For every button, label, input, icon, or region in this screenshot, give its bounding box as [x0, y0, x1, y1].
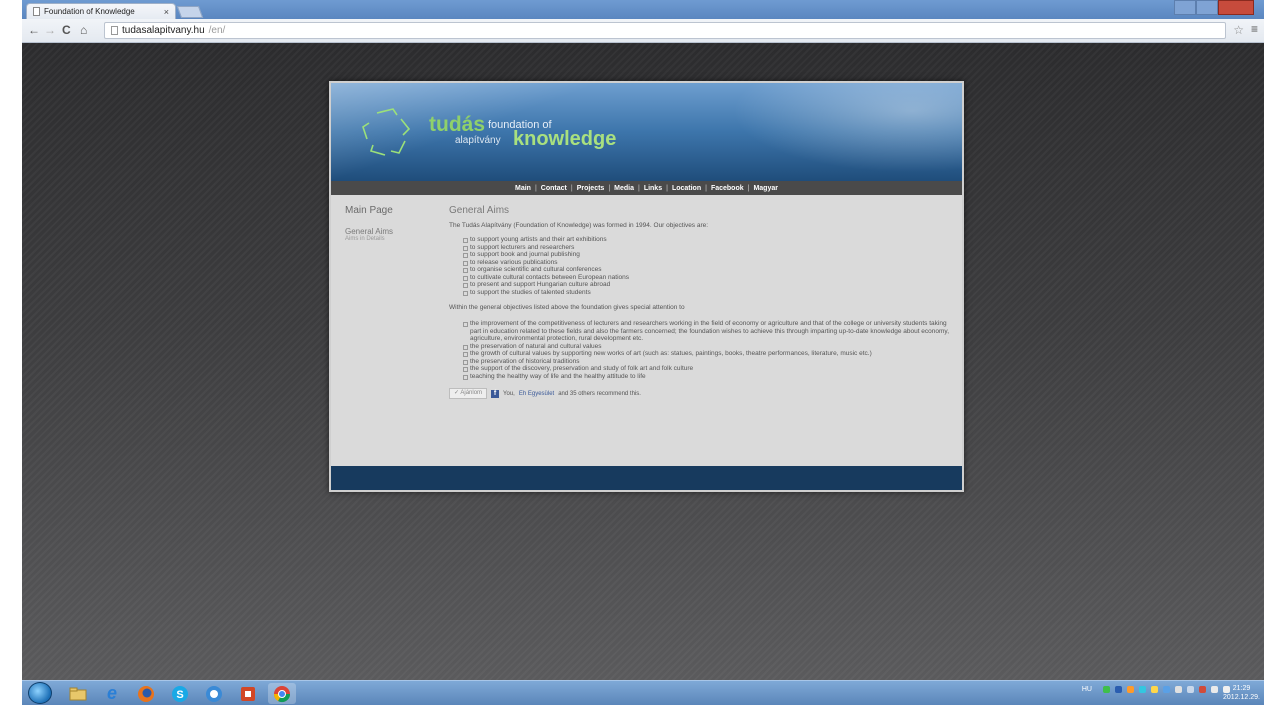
tray-app-icon[interactable] — [1163, 686, 1170, 693]
list-item: teaching the healthy way of life and the… — [463, 373, 954, 381]
nav-facebook[interactable]: Facebook — [707, 185, 748, 192]
page-title: General Aims — [449, 205, 510, 216]
network-icon[interactable] — [1211, 686, 1218, 693]
tray-app-icon[interactable] — [1199, 686, 1206, 693]
list-item: the preservation of natural and cultural… — [463, 343, 954, 351]
close-window-button[interactable] — [1218, 0, 1254, 15]
list-item: to support young artists and their art e… — [463, 236, 954, 244]
camera-app-icon[interactable] — [200, 683, 228, 704]
list-item: the preservation of historical tradition… — [463, 358, 954, 366]
firefox-icon[interactable] — [132, 683, 160, 704]
nav-main[interactable]: Main — [511, 185, 535, 192]
foundation-logo-icon — [362, 108, 411, 156]
banner-decoration — [702, 83, 962, 181]
address-bar[interactable]: tudasalapitvany.hu/en/ — [104, 22, 1226, 39]
site-nav: Main | Contact | Projects | Media | Links | L… — [331, 181, 962, 195]
list-item: to support book and journal publishing — [463, 251, 954, 259]
tray-app-icon[interactable] — [1151, 686, 1158, 693]
nav-projects[interactable]: Projects — [573, 185, 609, 192]
intro-text: The Tudás Alapítvány (Foundation of Know… — [449, 222, 709, 229]
taskbar: e S HU 21:29 2012.12.29. — [22, 680, 1264, 705]
recommend-button[interactable]: ✓ Ajánlom — [449, 388, 488, 399]
url-path: /en/ — [208, 25, 226, 36]
sidebar-general-aims[interactable]: General Aims — [345, 227, 393, 236]
nav-magyar[interactable]: Magyar — [749, 185, 782, 192]
facebook-recommend: ✓ Ajánlom f You, Eh Egyesület and 35 oth… — [449, 388, 954, 399]
tray-app-icon[interactable] — [1103, 686, 1110, 693]
file-explorer-icon[interactable] — [64, 683, 92, 704]
clock[interactable]: 21:29 2012.12.29. — [1223, 684, 1260, 702]
language-indicator[interactable]: HU — [1082, 686, 1092, 693]
sidebar-main-page[interactable]: Main Page — [345, 205, 393, 216]
sidebar: Main Page General Aims Aims in Details — [345, 205, 393, 242]
page-icon — [111, 26, 118, 35]
internet-explorer-icon[interactable]: e — [98, 683, 126, 704]
list-item: to support the studies of talented stude… — [463, 289, 954, 297]
nav-links[interactable]: Links — [640, 185, 666, 192]
tray-app-icon[interactable] — [1127, 686, 1134, 693]
tab-title: Foundation of Knowledge — [44, 7, 135, 16]
list-item: to present and support Hungarian culture… — [463, 281, 954, 289]
menu-icon[interactable]: ≡ — [1251, 22, 1258, 36]
skype-icon[interactable]: S — [166, 683, 194, 704]
list-item: to organise scientific and cultural conf… — [463, 266, 954, 274]
window-controls — [1174, 0, 1254, 15]
tray-app-icon[interactable] — [1139, 686, 1146, 693]
list-item: to support lecturers and researchers — [463, 244, 954, 252]
tab-close-icon[interactable]: × — [164, 7, 169, 17]
volume-icon[interactable] — [1187, 686, 1194, 693]
recommend-text: and 35 others recommend this. — [558, 390, 641, 397]
page-icon — [33, 7, 40, 16]
tray-app-icon[interactable] — [1115, 686, 1122, 693]
nav-media[interactable]: Media — [610, 185, 638, 192]
site-footer — [331, 466, 962, 490]
system-tray: HU — [1082, 686, 1230, 693]
special-attention-list: the improvement of the competitiveness o… — [463, 320, 954, 380]
facebook-icon: f — [491, 389, 500, 398]
clock-date: 2012.12.29. — [1223, 694, 1260, 701]
brand-alapitvany: alapítvány — [455, 135, 501, 146]
browser-toolbar: ← → C ⌂ tudasalapitvany.hu/en/ ☆ ≡ — [22, 19, 1264, 43]
flag-icon[interactable] — [1175, 686, 1182, 693]
back-icon[interactable]: ← — [28, 23, 40, 37]
list-item: the support of the discovery, preservati… — [463, 365, 954, 373]
list-item: the growth of cultural values by support… — [463, 350, 954, 358]
sidebar-aims-in-details[interactable]: Aims in Details — [345, 236, 393, 242]
nav-contact[interactable]: Contact — [537, 185, 571, 192]
chrome-icon[interactable] — [268, 683, 296, 704]
brand-knowledge: knowledge — [513, 128, 617, 150]
clock-time: 21:29 — [1232, 685, 1251, 692]
svg-text:S: S — [176, 689, 183, 701]
reload-icon[interactable]: C — [62, 23, 71, 37]
brand-tudas: tudás — [429, 113, 486, 136]
powerpoint-icon[interactable] — [234, 683, 262, 704]
main-content: General Aims The Tudás Alapítvány (Found… — [449, 205, 954, 399]
page-viewport: tudás foundation of alapítvány knowledge… — [22, 43, 1264, 680]
recommend-you: You, — [503, 390, 515, 397]
maximize-button[interactable] — [1196, 0, 1218, 15]
minimize-button[interactable] — [1174, 0, 1196, 15]
home-icon[interactable]: ⌂ — [80, 23, 87, 37]
objectives-list: to support young artists and their art e… — [463, 236, 954, 296]
url-host: tudasalapitvany.hu — [122, 25, 205, 36]
list-item: the improvement of the competitiveness o… — [463, 320, 954, 343]
new-tab-button[interactable] — [176, 6, 204, 18]
nav-location[interactable]: Location — [668, 185, 705, 192]
recommend-link[interactable]: Eh Egyesület — [519, 391, 554, 397]
within-text: Within the general objectives listed abo… — [449, 304, 685, 311]
browser-titlebar: Foundation of Knowledge × — [22, 0, 1264, 19]
start-button[interactable] — [28, 682, 52, 704]
browser-tab[interactable]: Foundation of Knowledge × — [26, 3, 176, 19]
screen: Foundation of Knowledge × ← → C ⌂ tudasa… — [22, 0, 1264, 705]
list-item: to release various publications — [463, 259, 954, 267]
bookmark-star-icon[interactable]: ☆ — [1233, 23, 1244, 37]
forward-icon[interactable]: → — [44, 23, 56, 37]
list-item: to cultivate cultural contacts between E… — [463, 274, 954, 282]
site-banner: tudás foundation of alapítvány knowledge — [331, 83, 962, 181]
site-container: tudás foundation of alapítvány knowledge… — [329, 81, 964, 492]
